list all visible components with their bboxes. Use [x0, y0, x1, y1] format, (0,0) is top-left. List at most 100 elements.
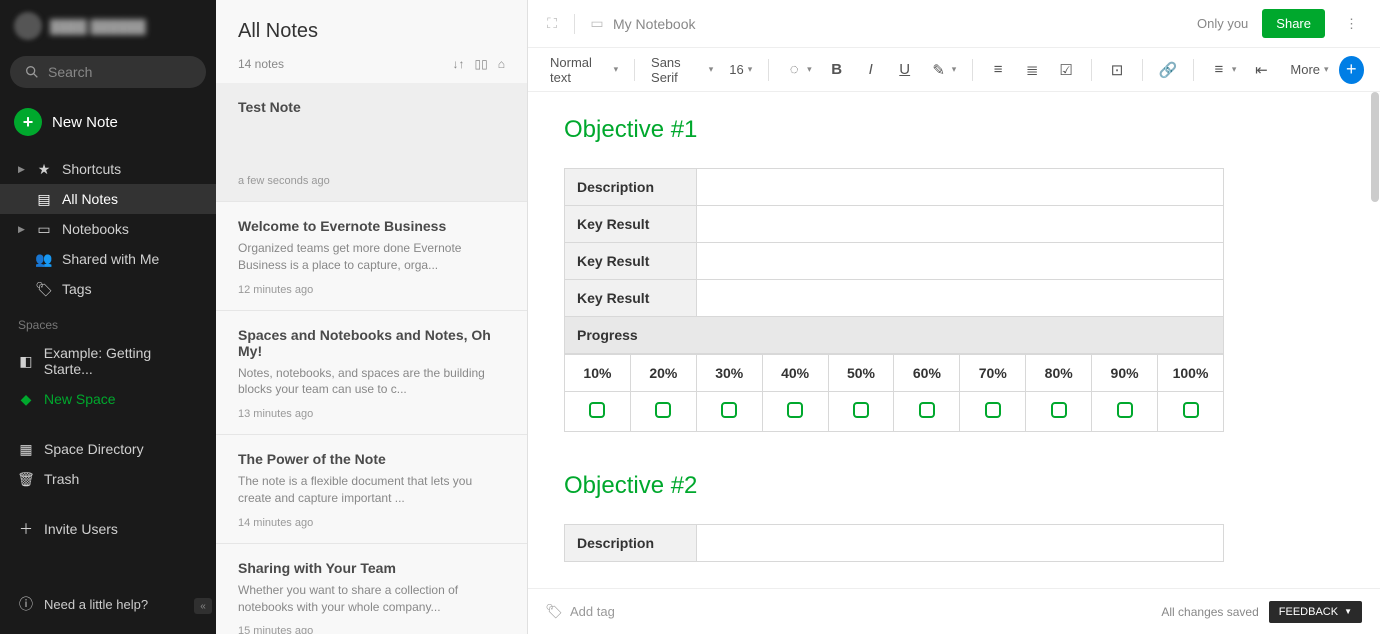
font-dropdown[interactable]: Sans Serif▾: [645, 51, 719, 89]
chevron-right-icon: ▶: [18, 164, 26, 175]
table-cell[interactable]: [697, 169, 1224, 206]
checkbox-cell[interactable]: [1092, 392, 1158, 432]
highlight-button[interactable]: ✎▾: [924, 57, 963, 83]
editor-content[interactable]: Objective #1 Description Key Result Key …: [528, 92, 1380, 588]
table-label-cell: Description: [565, 169, 697, 206]
sidebar: ████ ██████ Search + New Note ▶ ★ Shortc…: [0, 0, 216, 634]
checkbox-icon: [919, 402, 935, 418]
text-style-dropdown[interactable]: Normal text▾: [544, 51, 624, 89]
add-tag-button[interactable]: 🏷 Add tag: [546, 604, 615, 620]
italic-button[interactable]: I: [856, 57, 886, 82]
star-icon: ★: [36, 161, 52, 177]
checkbox-cell[interactable]: [828, 392, 894, 432]
objective-table[interactable]: Description: [564, 524, 1224, 562]
table-cell[interactable]: [697, 525, 1224, 562]
new-note-button[interactable]: + New Note: [14, 108, 202, 136]
checkbox-cell[interactable]: [1158, 392, 1224, 432]
progress-table[interactable]: 10% 20% 30% 40% 50% 60% 70% 80% 90% 100%: [564, 354, 1224, 432]
share-button[interactable]: Share: [1262, 9, 1325, 38]
sidebar-item-label: Example: Getting Starte...: [44, 345, 202, 377]
user-section[interactable]: ████ ██████: [0, 0, 216, 50]
table-cell[interactable]: [697, 206, 1224, 243]
cube-icon: ◧: [18, 353, 34, 369]
tag-add-icon: 🏷: [546, 604, 562, 620]
filter-icon[interactable]: ⌂: [498, 57, 505, 71]
sidebar-item-label: Notebooks: [62, 221, 129, 237]
numbered-list-icon: ≣: [1023, 61, 1041, 79]
help-button[interactable]: ⓘ Need a little help?: [0, 586, 216, 626]
codeblock-button[interactable]: ⊡: [1102, 57, 1132, 83]
note-icon: ▤: [36, 191, 52, 207]
note-card-preview: Organized teams get more done Evernote B…: [238, 240, 505, 274]
checkbox-cell[interactable]: [1026, 392, 1092, 432]
checkbox-cell[interactable]: [565, 392, 631, 432]
numbered-list-button[interactable]: ≣: [1017, 57, 1047, 83]
note-card-preview: Whether you want to share a collection o…: [238, 582, 505, 616]
pct-cell: 100%: [1158, 355, 1224, 392]
more-formatting-dropdown[interactable]: More▾: [1284, 58, 1334, 81]
underline-button[interactable]: U: [890, 57, 920, 82]
sidebar-item-notebooks[interactable]: ▶ ▭ Notebooks: [0, 214, 216, 244]
sidebar-item-all-notes[interactable]: ▤ All Notes: [0, 184, 216, 214]
text-color-button[interactable]: ◌▾: [779, 57, 818, 82]
outdent-button[interactable]: ⇤: [1246, 57, 1276, 83]
sidebar-item-space-directory[interactable]: ▦ Space Directory: [0, 434, 216, 464]
breadcrumb[interactable]: ▭ My Notebook: [589, 16, 695, 32]
align-button[interactable]: ≡▾: [1204, 57, 1243, 82]
more-menu-icon[interactable]: ⋮: [1339, 16, 1364, 32]
checkbox-cell[interactable]: [630, 392, 696, 432]
sidebar-item-label: Space Directory: [44, 441, 144, 457]
sidebar-item-shared[interactable]: 👥 Shared with Me: [0, 244, 216, 274]
expand-icon[interactable]: ⛶: [544, 16, 560, 32]
collapse-sidebar-button[interactable]: «: [194, 598, 212, 614]
view-toggle-icon[interactable]: ▯▯: [475, 57, 488, 71]
checkbox-icon: [1051, 402, 1067, 418]
table-cell[interactable]: [697, 243, 1224, 280]
checkbox-icon: [589, 402, 605, 418]
scrollbar-thumb[interactable]: [1371, 92, 1379, 202]
scrollbar-track[interactable]: [1370, 92, 1380, 586]
note-card[interactable]: Sharing with Your Team Whether you want …: [216, 544, 527, 634]
link-button[interactable]: 🔗: [1153, 57, 1183, 83]
search-placeholder: Search: [48, 64, 92, 80]
highlight-icon: ✎: [930, 61, 948, 79]
objective-table[interactable]: Description Key Result Key Result Key Re…: [564, 168, 1224, 354]
bold-icon: B: [828, 61, 846, 78]
notebook-icon: ▭: [589, 16, 605, 32]
font-label: Sans Serif: [651, 55, 705, 85]
people-icon: 👥: [36, 251, 52, 267]
new-note-label: New Note: [52, 114, 118, 131]
checkbox-cell[interactable]: [762, 392, 828, 432]
bullet-list-button[interactable]: ≡: [983, 57, 1013, 82]
sidebar-item-label: Invite Users: [44, 521, 118, 537]
sidebar-item-tags[interactable]: 🏷 Tags: [0, 274, 216, 304]
plus-icon: +: [14, 108, 42, 136]
checkbox-cell[interactable]: [894, 392, 960, 432]
note-card[interactable]: Test Note a few seconds ago: [216, 83, 527, 202]
note-card[interactable]: Welcome to Evernote Business Organized t…: [216, 202, 527, 311]
checkbox-cell[interactable]: [960, 392, 1026, 432]
sidebar-item-space-example[interactable]: ◧ Example: Getting Starte...: [0, 338, 216, 384]
plus-icon: ＋: [18, 521, 34, 537]
table-cell[interactable]: [697, 280, 1224, 317]
font-size-dropdown[interactable]: 16▾: [723, 58, 758, 81]
editor-pane: ⛶ ▭ My Notebook Only you Share ⋮ Normal …: [528, 0, 1380, 634]
sidebar-item-shortcuts[interactable]: ▶ ★ Shortcuts: [0, 154, 216, 184]
underline-icon: U: [896, 61, 914, 78]
chevron-down-icon: ▼: [1344, 607, 1352, 616]
insert-button[interactable]: +: [1339, 56, 1364, 84]
checklist-button[interactable]: ☑: [1051, 57, 1081, 83]
sidebar-item-invite-users[interactable]: ＋ Invite Users: [0, 514, 216, 544]
sort-icon[interactable]: ↓↑: [453, 57, 465, 71]
feedback-button[interactable]: FEEDBACK ▼: [1269, 601, 1362, 623]
note-card-title: The Power of the Note: [238, 451, 505, 467]
sidebar-item-trash[interactable]: 🗑 Trash: [0, 464, 216, 494]
note-card-time: a few seconds ago: [238, 175, 505, 187]
note-card[interactable]: Spaces and Notebooks and Notes, Oh My! N…: [216, 311, 527, 436]
sidebar-item-new-space[interactable]: ◆ New Space: [0, 384, 216, 414]
bold-button[interactable]: B: [822, 57, 852, 82]
note-card[interactable]: The Power of the Note The note is a flex…: [216, 435, 527, 544]
editor-header: ⛶ ▭ My Notebook Only you Share ⋮: [528, 0, 1380, 48]
search-input[interactable]: Search: [10, 56, 206, 88]
checkbox-cell[interactable]: [696, 392, 762, 432]
